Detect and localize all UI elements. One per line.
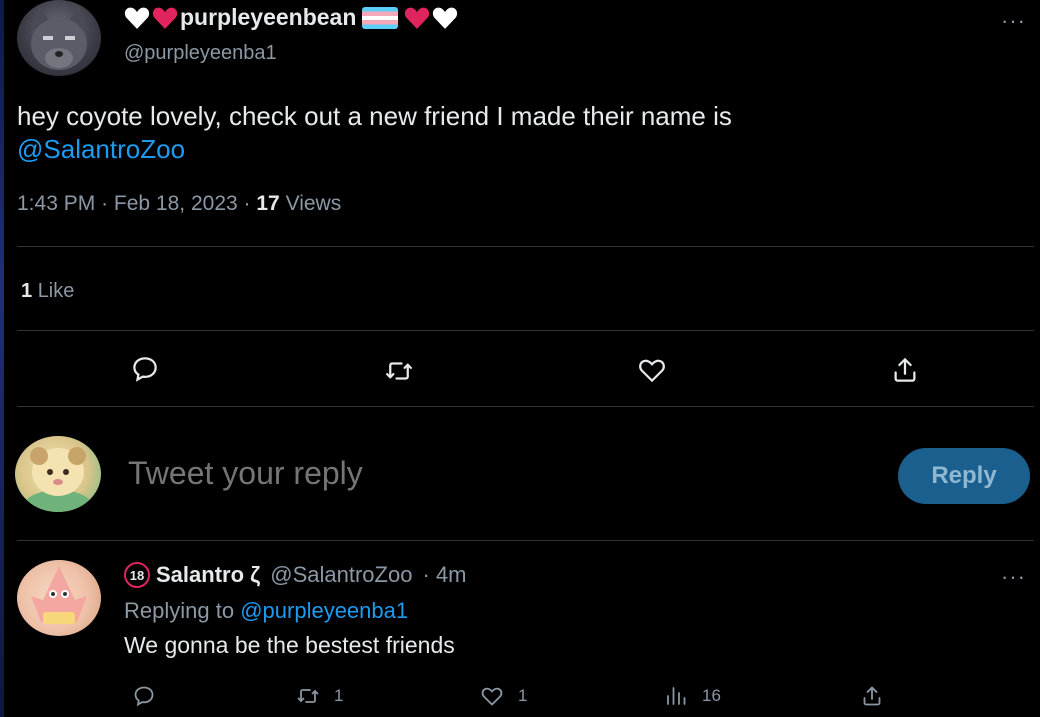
tweet-screen: purpleyeenbean @purpleyeenba1 ··· hey co…	[0, 0, 1040, 717]
reply-comment-button[interactable]	[132, 684, 156, 708]
trans-flag-icon	[362, 6, 399, 29]
tweet-text: hey coyote lovely, check out a new frien…	[17, 100, 1017, 166]
more-options-icon[interactable]: ···	[1001, 8, 1026, 34]
reply-input[interactable]	[126, 454, 830, 493]
share-icon[interactable]	[890, 355, 920, 385]
tweet-date[interactable]: Feb 18, 2023	[114, 192, 238, 215]
divider	[17, 540, 1034, 541]
reply-views-count: 16	[702, 686, 721, 705]
retweet-icon	[297, 689, 319, 703]
window-edge	[0, 0, 4, 717]
reply-share-button[interactable]	[860, 684, 884, 708]
heart-icon	[481, 687, 503, 706]
reply-views-button[interactable]: 16	[664, 684, 721, 708]
share-icon	[863, 686, 881, 706]
divider	[17, 406, 1034, 407]
author-avatar[interactable]	[17, 0, 101, 76]
author-name-row[interactable]: purpleyeenbean	[124, 4, 458, 31]
reply-like-button[interactable]: 1	[480, 684, 527, 708]
age-18-badge: 18	[124, 562, 150, 588]
analytics-icon	[667, 687, 686, 705]
comment-icon[interactable]	[130, 354, 160, 384]
reply-display-name: Salantro ζ	[156, 562, 261, 587]
reply-retweet-count: 1	[334, 686, 344, 705]
tweet-time[interactable]: 1:43 PM	[17, 192, 95, 215]
reply-header[interactable]: 18 Salantro ζ @SalantroZoo · 4m	[124, 562, 466, 588]
mention-link[interactable]: @SalantroZoo	[17, 134, 185, 164]
comment-icon	[134, 686, 154, 707]
reply-time: · 4m	[422, 562, 467, 587]
red-heart-icon	[405, 7, 430, 29]
red-heart-icon	[152, 7, 178, 29]
views-count: 17	[256, 192, 280, 215]
divider	[17, 330, 1034, 331]
replying-prefix: Replying to	[124, 598, 235, 623]
tweet-meta: 1:43 PM · Feb 18, 2023 · 17 Views	[17, 192, 342, 215]
likes-summary[interactable]: 1 Like	[21, 280, 74, 303]
likes-label: Like	[37, 280, 75, 302]
author-display-name: purpleyeenbean	[180, 4, 357, 30]
reply-author-avatar[interactable]	[17, 560, 101, 636]
reply-handle: @SalantroZoo	[270, 562, 413, 587]
views-label: Views	[285, 192, 342, 215]
reply-button[interactable]: Reply	[898, 448, 1030, 504]
white-heart-icon	[433, 7, 458, 29]
reply-more-options-icon[interactable]: ···	[1001, 564, 1026, 590]
divider	[17, 246, 1034, 247]
white-heart-icon	[124, 7, 150, 29]
tweet-body: hey coyote lovely, check out a new frien…	[17, 101, 732, 131]
heart-icon[interactable]	[637, 355, 667, 385]
retweet-icon[interactable]	[384, 356, 414, 386]
reply-like-count: 1	[518, 686, 528, 705]
reply-retweet-button[interactable]: 1	[296, 684, 343, 708]
user-avatar[interactable]	[15, 436, 101, 512]
replying-to: Replying to @purpleyeenba1	[124, 598, 408, 624]
likes-count: 1	[21, 280, 33, 302]
author-handle[interactable]: @purpleyeenba1	[124, 42, 277, 65]
reply-text: We gonna be the bestest friends	[124, 632, 455, 658]
replying-handle-link[interactable]: @purpleyeenba1	[240, 598, 408, 623]
